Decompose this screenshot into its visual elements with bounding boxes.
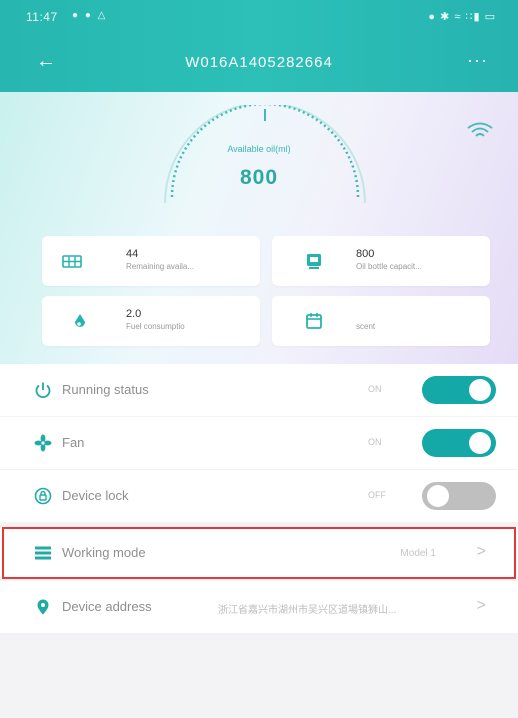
device-lock-toggle[interactable] [422,482,496,510]
card-label: scent [356,322,376,331]
info-card-remaining: 44 Remaining availa... [42,236,260,286]
status-bar: 11:47 ● ● △ ● ✱ ≈ ∷▮ ▭ [0,0,518,34]
running-status-state: ON [368,384,382,394]
location-pin-icon [37,599,49,615]
nav-bar: ← W016A1405282664 ··· [0,44,518,84]
device-address-label: Device address [62,599,152,614]
wifi-icon [467,122,493,137]
card-label: Fuel consumptio [126,322,185,331]
running-status-label: Running status [62,382,149,397]
drop-icon [75,314,85,327]
info-card-scent: scent [272,296,490,346]
device-lock-row: Device lock OFF [0,470,518,522]
lock-icon [34,487,52,505]
chevron-right-icon: > [476,597,486,614]
device-lock-state: OFF [368,490,386,500]
highlight-box [2,527,516,579]
fan-toggle[interactable] [422,429,496,457]
more-options-icon[interactable]: ··· [467,50,488,71]
system-status-icons: ● ✱ ≈ ∷▮ ▭ [428,11,496,23]
card-label: Remaining availa... [126,262,195,271]
toggle-knob [469,432,491,454]
bottle-icon [307,254,321,269]
status-time: 11:47 [26,10,58,24]
info-card-fuel: 2.0 Fuel consumptio [42,296,260,346]
device-address-value: 浙江省嘉兴市湖州市吴兴区道場镇狮山... [218,605,397,616]
fan-icon [34,434,52,452]
calendar-icon [306,313,322,329]
card-value: 800 [356,248,375,260]
fan-row: Fan ON [0,417,518,469]
toggle-knob [469,379,491,401]
device-address-row[interactable]: Device address 浙江省嘉兴市湖州市吴兴区道場镇狮山... > [0,581,518,633]
oil-gauge-arc [164,105,366,204]
fan-label: Fan [62,435,85,450]
running-status-toggle[interactable] [422,376,496,404]
card-value: 2.0 [126,308,142,320]
notification-icons: ● ● △ [72,10,108,21]
device-lock-label: Device lock [62,488,129,503]
power-icon [35,382,51,399]
fan-state: ON [368,437,382,447]
toggle-knob [427,485,449,507]
gauge-value: 800 [239,166,279,189]
card-value: 44 [126,248,139,260]
device-title: W016A1405282664 [185,54,333,71]
running-status-row: Running status ON [0,364,518,416]
grid-icon [62,255,82,268]
gauge-label: Available oil(ml) [227,144,291,154]
card-label: Oil bottle capacit... [356,262,422,271]
info-card-capacity: 800 Oil bottle capacit... [272,236,490,286]
